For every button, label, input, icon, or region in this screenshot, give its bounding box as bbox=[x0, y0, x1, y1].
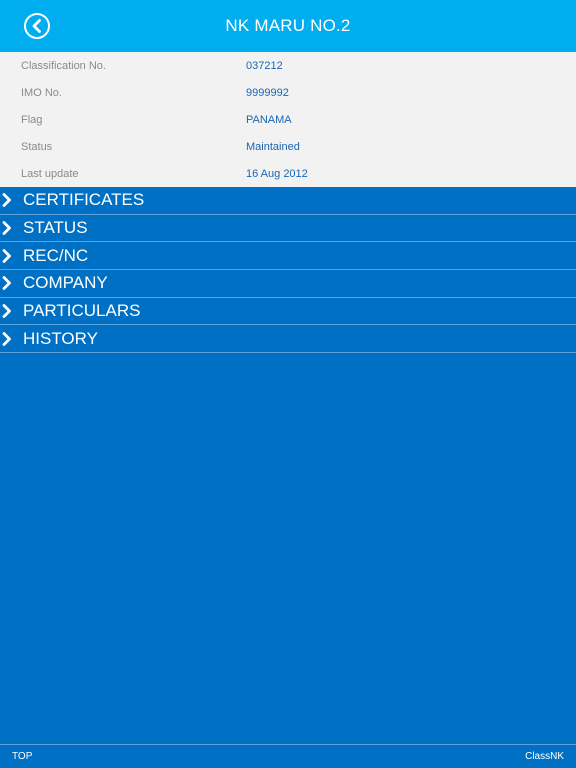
info-label: Status bbox=[21, 140, 53, 153]
section-label: HISTORY bbox=[23, 328, 98, 348]
section-label: REC/NC bbox=[23, 245, 89, 265]
section-rec-nc[interactable]: REC/NC bbox=[0, 242, 576, 271]
section-history[interactable]: HISTORY bbox=[0, 325, 576, 354]
section-particulars[interactable]: PARTICULARS bbox=[0, 298, 576, 326]
info-value: 037212 bbox=[246, 59, 283, 72]
chevron-right-icon bbox=[0, 275, 23, 291]
chevron-right-icon bbox=[0, 303, 23, 319]
info-value: 16 Aug 2012 bbox=[246, 167, 308, 180]
info-row-classification: Classification No. 037212 bbox=[0, 52, 576, 79]
section-status[interactable]: STATUS bbox=[0, 215, 576, 243]
section-label: COMPANY bbox=[23, 273, 108, 293]
section-label: STATUS bbox=[23, 218, 88, 238]
chevron-right-icon bbox=[0, 331, 23, 347]
section-list: CERTIFICATES STATUS REC/NC COMPANY PARTI… bbox=[0, 187, 576, 354]
info-label: IMO No. bbox=[21, 86, 62, 99]
info-row-flag: Flag PANAMA bbox=[0, 106, 576, 133]
info-row-status: Status Maintained bbox=[0, 133, 576, 160]
section-label: PARTICULARS bbox=[23, 301, 141, 321]
chevron-right-icon bbox=[0, 192, 23, 208]
ship-info-panel: Classification No. 037212 IMO No. 999999… bbox=[0, 52, 576, 187]
info-value: 9999992 bbox=[246, 86, 289, 99]
info-label: Last update bbox=[21, 167, 79, 180]
chevron-right-icon bbox=[0, 220, 23, 236]
footer-bar: TOP ClassNK bbox=[0, 744, 576, 768]
section-label: CERTIFICATES bbox=[23, 190, 145, 210]
page-title: NK MARU NO.2 bbox=[225, 16, 351, 35]
header-bar: NK MARU NO.2 bbox=[0, 0, 576, 52]
top-link[interactable]: TOP bbox=[12, 751, 32, 762]
chevron-right-icon bbox=[0, 248, 23, 264]
classnk-link[interactable]: ClassNK bbox=[525, 751, 564, 762]
info-row-last-update: Last update 16 Aug 2012 bbox=[0, 160, 576, 187]
info-value: PANAMA bbox=[246, 113, 292, 126]
back-button[interactable] bbox=[24, 13, 50, 39]
section-company[interactable]: COMPANY bbox=[0, 270, 576, 298]
info-label: Classification No. bbox=[21, 59, 106, 72]
section-certificates[interactable]: CERTIFICATES bbox=[0, 187, 576, 215]
info-label: Flag bbox=[21, 113, 43, 126]
chevron-left-icon bbox=[32, 19, 41, 33]
info-row-imo: IMO No. 9999992 bbox=[0, 79, 576, 106]
info-value: Maintained bbox=[246, 140, 300, 153]
